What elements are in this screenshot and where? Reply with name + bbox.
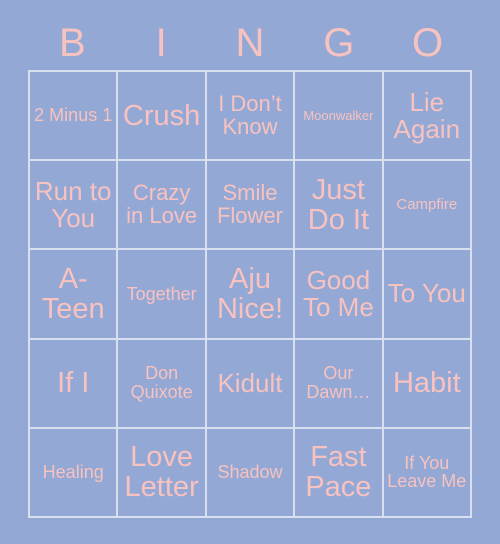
- header-letter-i: I: [155, 21, 167, 65]
- bingo-card: B I N G O 2 Minus 1 Crush I Don’t Know M…: [0, 0, 500, 544]
- bingo-cell[interactable]: Fast Pace: [295, 428, 384, 518]
- bingo-cell[interactable]: If I: [30, 339, 119, 429]
- bingo-grid: 2 Minus 1 Crush I Don’t Know Moonwalker …: [28, 70, 472, 518]
- bingo-cell[interactable]: Aju Nice!: [206, 250, 296, 340]
- bingo-cell[interactable]: Together: [118, 250, 207, 340]
- header-letter-o: O: [412, 21, 444, 65]
- bingo-cell[interactable]: Good To Me: [295, 250, 384, 340]
- bingo-cell[interactable]: Lie Again: [383, 72, 472, 162]
- bingo-cell[interactable]: I Don’t Know: [206, 72, 296, 162]
- bingo-cell[interactable]: Habit: [383, 339, 472, 429]
- bingo-cell[interactable]: Kidult: [206, 339, 296, 429]
- header-letter-b: B: [59, 21, 86, 65]
- bingo-cell[interactable]: Smile Flower: [206, 161, 296, 251]
- bingo-cell[interactable]: Love Letter: [118, 428, 207, 518]
- bingo-cell[interactable]: 2 Minus 1: [30, 72, 119, 162]
- bingo-cell[interactable]: Healing: [30, 428, 119, 518]
- bingo-cell[interactable]: Our Dawn…: [295, 339, 384, 429]
- bingo-cell[interactable]: Shadow: [206, 428, 296, 518]
- bingo-cell[interactable]: Crazy in Love: [118, 161, 207, 251]
- bingo-cell[interactable]: Just Do It: [295, 161, 384, 251]
- bingo-cell[interactable]: Run to You: [30, 161, 119, 251]
- bingo-cell[interactable]: A-Teen: [30, 250, 119, 340]
- header-letter-n: N: [235, 21, 265, 65]
- bingo-cell[interactable]: Campfire: [383, 161, 472, 251]
- bingo-header: B I N G O: [28, 16, 472, 70]
- header-letter-g: G: [323, 21, 355, 65]
- bingo-cell[interactable]: If You Leave Me: [383, 428, 472, 518]
- bingo-cell[interactable]: Crush: [118, 72, 207, 162]
- bingo-cell[interactable]: Moonwalker: [295, 72, 384, 162]
- bingo-cell[interactable]: To You: [383, 250, 472, 340]
- bingo-cell[interactable]: Don Quixote: [118, 339, 207, 429]
